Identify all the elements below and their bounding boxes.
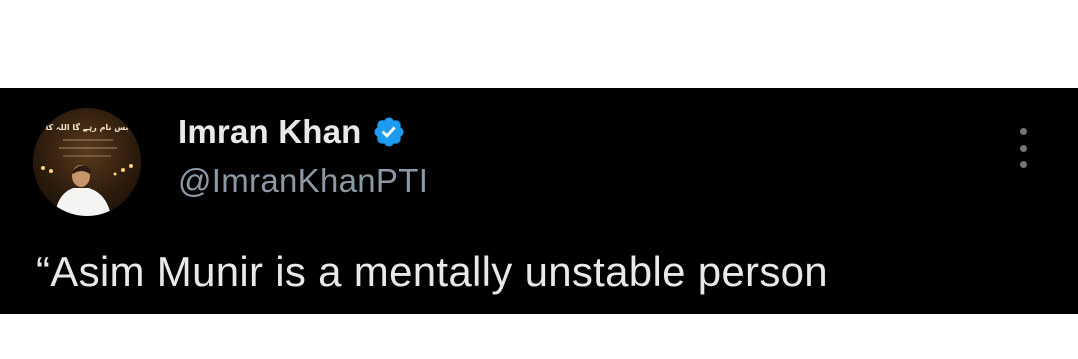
- avatar[interactable]: بس نام رہے گا اللہ کا: [33, 108, 141, 216]
- more-dot: [1019, 144, 1027, 152]
- avatar-banner-text: بس نام رہے گا اللہ کا: [45, 122, 128, 133]
- tweet-card[interactable]: بس نام رہے گا اللہ کا Imran Khan @ImranK…: [0, 88, 1078, 314]
- author-display-name[interactable]: Imran Khan: [178, 113, 362, 151]
- verified-badge-icon: [372, 115, 406, 149]
- bottom-margin: [0, 314, 1078, 359]
- tweet-text: “Asim Munir is a mentally unstable perso…: [36, 248, 828, 295]
- more-dot: [1019, 161, 1027, 168]
- more-dot: [1019, 128, 1027, 135]
- top-margin: [0, 0, 1078, 88]
- more-options-icon[interactable]: [1012, 128, 1034, 168]
- author-handle[interactable]: @ImranKhanPTI: [178, 162, 428, 200]
- author-name-row[interactable]: Imran Khan: [178, 110, 406, 154]
- avatar-image: بس نام رہے گا اللہ کا: [41, 122, 133, 216]
